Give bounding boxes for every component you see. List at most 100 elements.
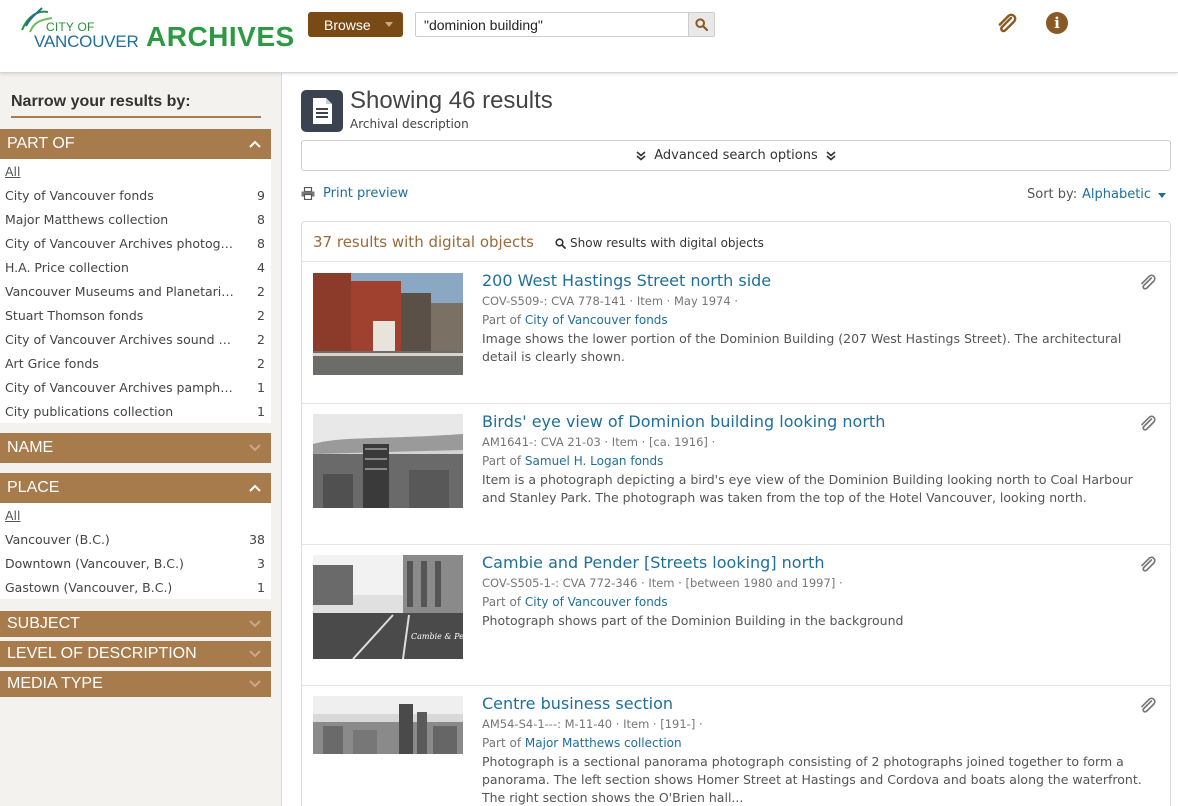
result-title-link[interactable]: Birds' eye view of Dominion building loo… (482, 412, 885, 431)
facet-item-count: 3 (257, 555, 265, 571)
facet-sidebar: Narrow your results by: PART OF All City… (0, 73, 282, 806)
search-input[interactable] (416, 13, 688, 36)
result-part-of: Part of City of Vancouver fonds (482, 595, 668, 609)
facet-place-header[interactable]: PLACE (0, 473, 271, 503)
facet-item[interactable]: City of Vancouver Archives photog… 8 (0, 231, 271, 255)
facet-item-label: Vancouver (B.C.) (5, 531, 110, 547)
facet-item-label: City publications collection (5, 403, 174, 419)
facet-item-count: 8 (257, 211, 265, 227)
facet-item[interactable]: Vancouver (B.C.) 38 (0, 527, 271, 551)
facet-item-label: City of Vancouver Archives pamphl… (5, 379, 235, 395)
result-part-of-prefix: Part of (482, 736, 522, 750)
search-box (415, 12, 715, 37)
facet-item[interactable]: Vancouver Museums and Planetari… 2 (0, 279, 271, 303)
result-thumbnail[interactable] (313, 696, 463, 754)
site-header: CITY OF VANCOUVER ARCHIVES Browse i (0, 0, 1178, 73)
facet-item[interactable]: City of Vancouver Archives pamphl… 1 (0, 375, 271, 399)
add-to-clipboard-button[interactable] (1138, 555, 1158, 575)
chevron-down-icon (249, 620, 261, 628)
browse-button[interactable]: Browse (308, 12, 403, 37)
facet-item-count: 8 (257, 235, 265, 251)
facet-item[interactable]: Downtown (Vancouver, B.C.) 3 (0, 551, 271, 575)
paperclip-icon (1141, 556, 1156, 572)
result-description: Item is a photograph depicting a bird's … (482, 472, 1133, 505)
show-digital-objects-link[interactable]: Show results with digital objects (555, 236, 764, 250)
result-part-of: Part of City of Vancouver fonds (482, 313, 668, 327)
result-part-of-link[interactable]: City of Vancouver fonds (525, 313, 668, 327)
result-meta: COV-S505-1-: CVA 772-346 · Item · [betwe… (482, 576, 843, 590)
result-part-of: Part of Samuel H. Logan fonds (482, 454, 663, 468)
add-to-clipboard-button[interactable] (1138, 273, 1158, 293)
chevron-up-icon (249, 140, 261, 148)
facet-item-label: Art Grice fonds (5, 355, 99, 371)
result-title-link[interactable]: 200 West Hastings Street north side (482, 271, 771, 290)
facet-part-of-header[interactable]: PART OF (0, 129, 271, 159)
facet-item[interactable]: Gastown (Vancouver, B.C.) 1 (0, 575, 271, 599)
facet-level-label: LEVEL OF DESCRIPTION (7, 645, 197, 662)
result-thumbnail[interactable] (313, 273, 463, 375)
print-preview-link[interactable]: Print preview (301, 186, 408, 201)
result-thumbnail[interactable]: Cambie & Pender (313, 555, 463, 659)
facet-part-of-all[interactable]: All (0, 159, 271, 183)
facet-item-count: 1 (257, 579, 265, 595)
facet-subject-header[interactable]: SUBJECT (0, 611, 271, 637)
facet-item-label: City of Vancouver Archives sound … (5, 331, 231, 347)
facet-item-label: H.A. Price collection (5, 259, 129, 275)
search-button[interactable] (688, 13, 714, 36)
logo-archives: ARCHIVES (146, 21, 295, 52)
result-title-link[interactable]: Centre business section (482, 694, 673, 713)
paperclip-icon (1141, 697, 1156, 713)
result-part-of: Part of Major Matthews collection (482, 736, 682, 750)
result-meta: AM1641-: CVA 21-03 · Item · [ca. 1916] · (482, 435, 716, 449)
facet-item-count: 1 (257, 403, 265, 419)
result-item: Cambie & Pender Cambie and Pender [Stree… (302, 545, 1170, 686)
result-part-of-prefix: Part of (482, 454, 522, 468)
result-thumbnail[interactable] (313, 414, 463, 508)
facet-item[interactable]: Art Grice fonds 2 (0, 351, 271, 375)
logo-vancouver: VANCOUVER (34, 32, 139, 51)
chevron-down-icon (249, 650, 261, 658)
info-button[interactable]: i (1046, 12, 1068, 34)
facet-item-label: City of Vancouver Archives photog… (5, 235, 234, 251)
result-part-of-link[interactable]: Major Matthews collection (525, 736, 682, 750)
result-part-of-link[interactable]: Samuel H. Logan fonds (525, 454, 664, 468)
search-icon (555, 237, 566, 249)
facet-item[interactable]: City of Vancouver Archives sound … 2 (0, 327, 271, 351)
result-title-link[interactable]: Cambie and Pender [Streets looking] nort… (482, 553, 825, 572)
result-item: 200 West Hastings Street north side COV-… (302, 263, 1170, 404)
digital-objects-bar: 37 results with digital objects Show res… (302, 222, 1170, 262)
facet-part-of-list: All City of Vancouver fonds 9 Major Matth… (0, 159, 271, 423)
result-part-of-link[interactable]: City of Vancouver fonds (525, 595, 668, 609)
facet-item[interactable]: Stuart Thomson fonds 2 (0, 303, 271, 327)
sort-dropdown[interactable]: Alphabetic (1082, 187, 1151, 202)
print-preview-label: Print preview (323, 186, 409, 201)
facet-item-label: Gastown (Vancouver, B.C.) (5, 579, 173, 595)
city-of-vancouver-archives-logo[interactable]: CITY OF VANCOUVER ARCHIVES (18, 4, 294, 54)
add-to-clipboard-button[interactable] (1138, 696, 1158, 716)
facet-media-header[interactable]: MEDIA TYPE (0, 671, 271, 697)
clipboard-button[interactable] (995, 12, 1019, 36)
facet-item-count: 4 (257, 259, 265, 275)
facet-part-of-label: PART OF (7, 135, 75, 152)
facet-item[interactable]: H.A. Price collection 4 (0, 255, 271, 279)
facet-place-all[interactable]: All (0, 503, 271, 527)
facet-item[interactable]: City of Vancouver fonds 9 (0, 183, 271, 207)
printer-icon (301, 187, 315, 200)
result-meta: AM54-S4-1---: M-11-40 · Item · [191-] · (482, 717, 703, 731)
chevron-down-icon (249, 444, 261, 452)
facet-item[interactable]: City publications collection 1 (0, 399, 271, 423)
caret-down-icon[interactable] (1158, 193, 1166, 198)
facet-name-header[interactable]: NAME (0, 433, 271, 463)
double-chevron-down-icon (636, 150, 646, 161)
page-title: Showing 46 results (350, 87, 553, 114)
advanced-search-toggle[interactable]: Advanced search options (301, 140, 1171, 171)
facet-item-count: 2 (257, 331, 265, 347)
facet-item[interactable]: Major Matthews collection 8 (0, 207, 271, 231)
browse-label: Browse (324, 16, 371, 33)
facet-item-count: 2 (257, 355, 265, 371)
facet-item-count: 1 (257, 379, 265, 395)
result-description: Image shows the lower portion of the Dom… (482, 331, 1122, 364)
add-to-clipboard-button[interactable] (1138, 414, 1158, 434)
facet-item-label: Downtown (Vancouver, B.C.) (5, 555, 184, 571)
facet-level-header[interactable]: LEVEL OF DESCRIPTION (0, 641, 271, 667)
